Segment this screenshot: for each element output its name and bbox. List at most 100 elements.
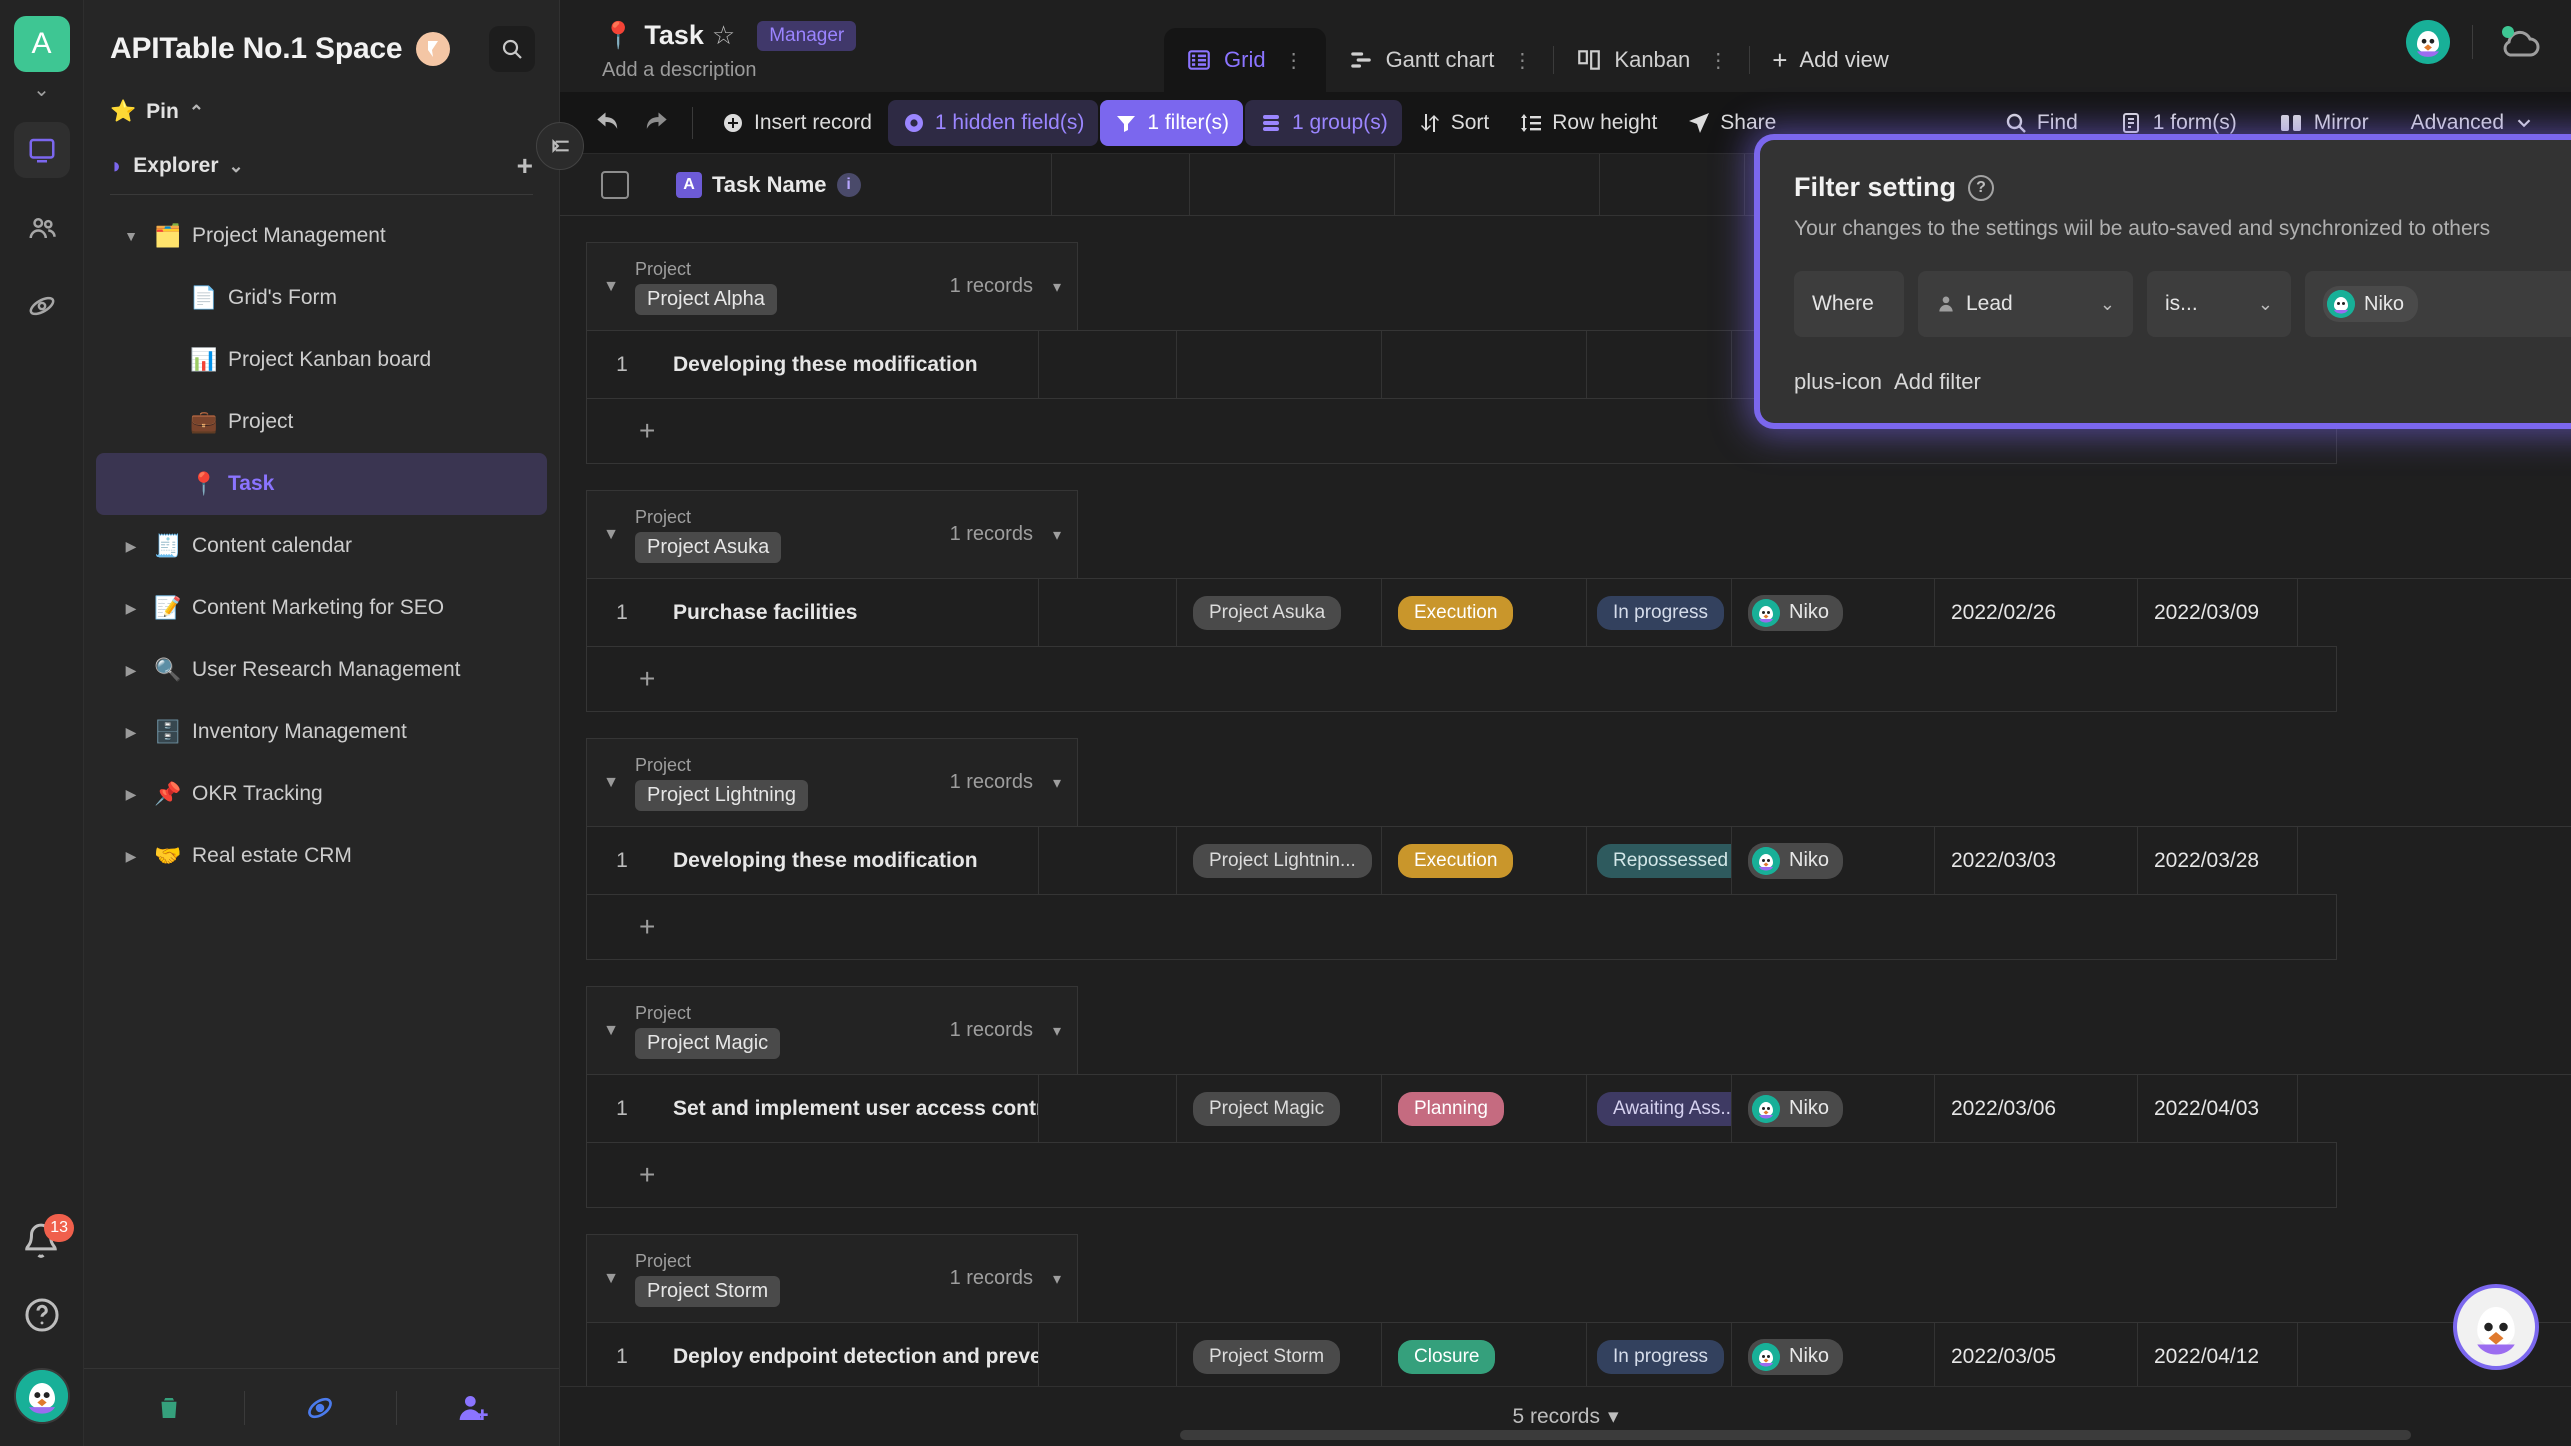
cell-end-date[interactable]: 2022/04/12 bbox=[2138, 1323, 2298, 1386]
horizontal-scrollbar[interactable] bbox=[1180, 1430, 2411, 1440]
favorite-star-icon[interactable]: ☆ bbox=[712, 20, 735, 51]
template-icon[interactable] bbox=[304, 1392, 336, 1424]
group-collapse-icon[interactable]: ▼ bbox=[587, 1270, 635, 1288]
twisty-icon[interactable]: ▼ bbox=[120, 228, 142, 244]
twisty-icon[interactable]: ▶ bbox=[120, 600, 142, 617]
cell-spacer[interactable] bbox=[1039, 827, 1177, 894]
redo-icon[interactable] bbox=[632, 100, 678, 146]
cell-start-date[interactable]: 2022/02/26 bbox=[1935, 579, 2138, 646]
toolbar-button-find[interactable]: Find bbox=[1990, 100, 2092, 146]
cell-phase[interactable]: Execution bbox=[1382, 827, 1587, 894]
column-header-blank-1[interactable] bbox=[1052, 154, 1190, 215]
cell-project[interactable]: Project Asuka bbox=[1177, 579, 1382, 646]
cell-project[interactable] bbox=[1177, 331, 1382, 398]
sidebar-node-project[interactable]: 💼 Project bbox=[96, 391, 547, 453]
table-row[interactable]: 1 Developing these modification Project Li… bbox=[586, 826, 2571, 894]
toolbar-button-mirror[interactable]: Mirror bbox=[2265, 100, 2383, 146]
invite-user-icon[interactable] bbox=[457, 1392, 489, 1424]
role-badge[interactable]: Manager bbox=[757, 20, 857, 51]
cell-start-date[interactable]: 2022/03/06 bbox=[1935, 1075, 2138, 1142]
group-collapse-icon[interactable]: ▼ bbox=[587, 278, 635, 296]
question-mark-icon[interactable]: ? bbox=[1968, 174, 1995, 201]
toolbar-button-1-filter-s-[interactable]: 1 filter(s) bbox=[1100, 99, 1243, 146]
notification-bell-button[interactable]: 13 bbox=[22, 1214, 74, 1262]
view-more-icon[interactable]: ⋮ bbox=[1512, 48, 1532, 73]
add-view-button[interactable]: + Add view bbox=[1750, 28, 1910, 92]
view-more-icon[interactable]: ⋮ bbox=[1708, 48, 1728, 73]
cell-project[interactable]: Project Storm bbox=[1177, 1323, 1382, 1386]
rail-item-workbench[interactable] bbox=[13, 122, 70, 178]
cell-phase[interactable] bbox=[1382, 331, 1587, 398]
sidebar-node-content-calendar[interactable]: ▶ 🧾 Content calendar bbox=[96, 515, 547, 577]
toolbar-button-advanced[interactable]: Advanced bbox=[2397, 100, 2549, 146]
group-count-caret-icon[interactable]: ▾ bbox=[1053, 277, 1061, 297]
cell-task-name[interactable]: Developing these modification bbox=[657, 331, 1039, 398]
cell-task-name[interactable]: Purchase facilities bbox=[657, 579, 1039, 646]
cell-spacer[interactable] bbox=[1039, 1075, 1177, 1142]
cell-status[interactable]: Repossessed bbox=[1587, 827, 1732, 894]
toolbar-button-row-height[interactable]: Row height bbox=[1505, 100, 1671, 146]
table-row[interactable]: 1 Set and implement user access controls P… bbox=[586, 1074, 2571, 1142]
cell-end-date[interactable]: 2022/03/28 bbox=[2138, 827, 2298, 894]
cell-task-name[interactable]: Deploy endpoint detection and preventi..… bbox=[657, 1323, 1039, 1386]
column-header-blank-3[interactable] bbox=[1395, 154, 1600, 215]
group-header[interactable]: ▼ Project Project Lightning 1 records ▾ bbox=[586, 738, 1078, 826]
help-button[interactable] bbox=[23, 1296, 61, 1334]
record-count-caret-icon[interactable]: ▾ bbox=[1608, 1404, 1619, 1429]
twisty-icon[interactable]: ▶ bbox=[120, 724, 142, 741]
toolbar-button-sort[interactable]: Sort bbox=[1404, 100, 1504, 146]
cell-phase[interactable]: Closure bbox=[1382, 1323, 1587, 1386]
group-header[interactable]: ▼ Project Project Storm 1 records ▾ bbox=[586, 1234, 1078, 1322]
group-collapse-icon[interactable]: ▼ bbox=[587, 526, 635, 544]
table-row[interactable]: 1 Deploy endpoint detection and preventi.… bbox=[586, 1322, 2571, 1386]
cell-end-date[interactable]: 2022/03/09 bbox=[2138, 579, 2298, 646]
group-header[interactable]: ▼ Project Project Magic 1 records ▾ bbox=[586, 986, 1078, 1074]
info-icon[interactable]: i bbox=[836, 172, 861, 197]
twisty-icon[interactable]: ▶ bbox=[120, 662, 142, 679]
add-record-row[interactable]: + bbox=[586, 646, 2337, 712]
cloud-sync-icon[interactable] bbox=[2495, 23, 2545, 61]
collaborator-avatar[interactable] bbox=[2406, 20, 2450, 64]
sidebar-node-content-marketing-for-seo[interactable]: ▶ 📝 Content Marketing for SEO bbox=[96, 577, 547, 639]
pin-section-header[interactable]: ⭐ Pin ⌃ bbox=[84, 82, 559, 132]
sidebar-node-real-estate-crm[interactable]: ▶ 🤝 Real estate CRM bbox=[96, 825, 547, 887]
view-more-icon[interactable]: ⋮ bbox=[1284, 48, 1304, 73]
cell-lead[interactable]: Niko bbox=[1732, 827, 1935, 894]
sidebar-node-task[interactable]: 📍 Task bbox=[96, 453, 547, 515]
group-count-caret-icon[interactable]: ▾ bbox=[1053, 1269, 1061, 1289]
sidebar-search-button[interactable] bbox=[489, 26, 535, 72]
twisty-icon[interactable]: ▶ bbox=[120, 538, 142, 555]
group-record-count[interactable]: 1 records bbox=[950, 275, 1033, 298]
add-filter-button[interactable]: plus-icon Add filter bbox=[1794, 369, 2571, 395]
cell-lead[interactable]: Niko bbox=[1732, 1323, 1935, 1386]
group-collapse-icon[interactable]: ▼ bbox=[587, 774, 635, 792]
group-count-caret-icon[interactable]: ▾ bbox=[1053, 525, 1061, 545]
explorer-section-header[interactable]: ◗ Explorer ⌄ + bbox=[84, 132, 559, 194]
column-header-task-name[interactable]: A Task Name i bbox=[670, 154, 1052, 215]
add-record-row[interactable]: + bbox=[586, 1142, 2337, 1208]
user-avatar[interactable] bbox=[14, 1368, 70, 1424]
cell-spacer[interactable] bbox=[1039, 331, 1177, 398]
sidebar-node-project-kanban-board[interactable]: 📊 Project Kanban board bbox=[96, 329, 547, 391]
rail-item-automation[interactable] bbox=[14, 278, 70, 334]
sidebar-node-user-research-management[interactable]: ▶ 🔍 User Research Management bbox=[96, 639, 547, 701]
cell-start-date[interactable]: 2022/03/03 bbox=[1935, 827, 2138, 894]
group-record-count[interactable]: 1 records bbox=[950, 1019, 1033, 1042]
cell-project[interactable]: Project Lightnin... bbox=[1177, 827, 1382, 894]
cell-lead[interactable]: Niko bbox=[1732, 579, 1935, 646]
group-header[interactable]: ▼ Project Project Asuka 1 records ▾ bbox=[586, 490, 1078, 578]
group-collapse-icon[interactable]: ▼ bbox=[587, 1022, 635, 1040]
sidebar-node-okr-tracking[interactable]: ▶ 📌 OKR Tracking bbox=[96, 763, 547, 825]
workspace-avatar[interactable]: A bbox=[13, 16, 70, 72]
cell-lead[interactable]: Niko bbox=[1732, 1075, 1935, 1142]
add-node-button[interactable]: + bbox=[517, 152, 533, 180]
view-tab-grid[interactable]: Grid ⋮ bbox=[1164, 28, 1326, 92]
group-record-count[interactable]: 1 records bbox=[950, 523, 1033, 546]
toolbar-button-1-group-s-[interactable]: 1 group(s) bbox=[1245, 99, 1402, 146]
cell-spacer[interactable] bbox=[1039, 1323, 1177, 1386]
twisty-icon[interactable]: ▶ bbox=[120, 786, 142, 803]
view-tab-gantt-chart[interactable]: Gantt chart ⋮ bbox=[1326, 28, 1555, 92]
view-tab-kanban[interactable]: Kanban ⋮ bbox=[1554, 28, 1751, 92]
sidebar-node-grid-s-form[interactable]: 📄 Grid's Form bbox=[96, 267, 547, 329]
toolbar-button-share[interactable]: Share bbox=[1673, 100, 1790, 146]
